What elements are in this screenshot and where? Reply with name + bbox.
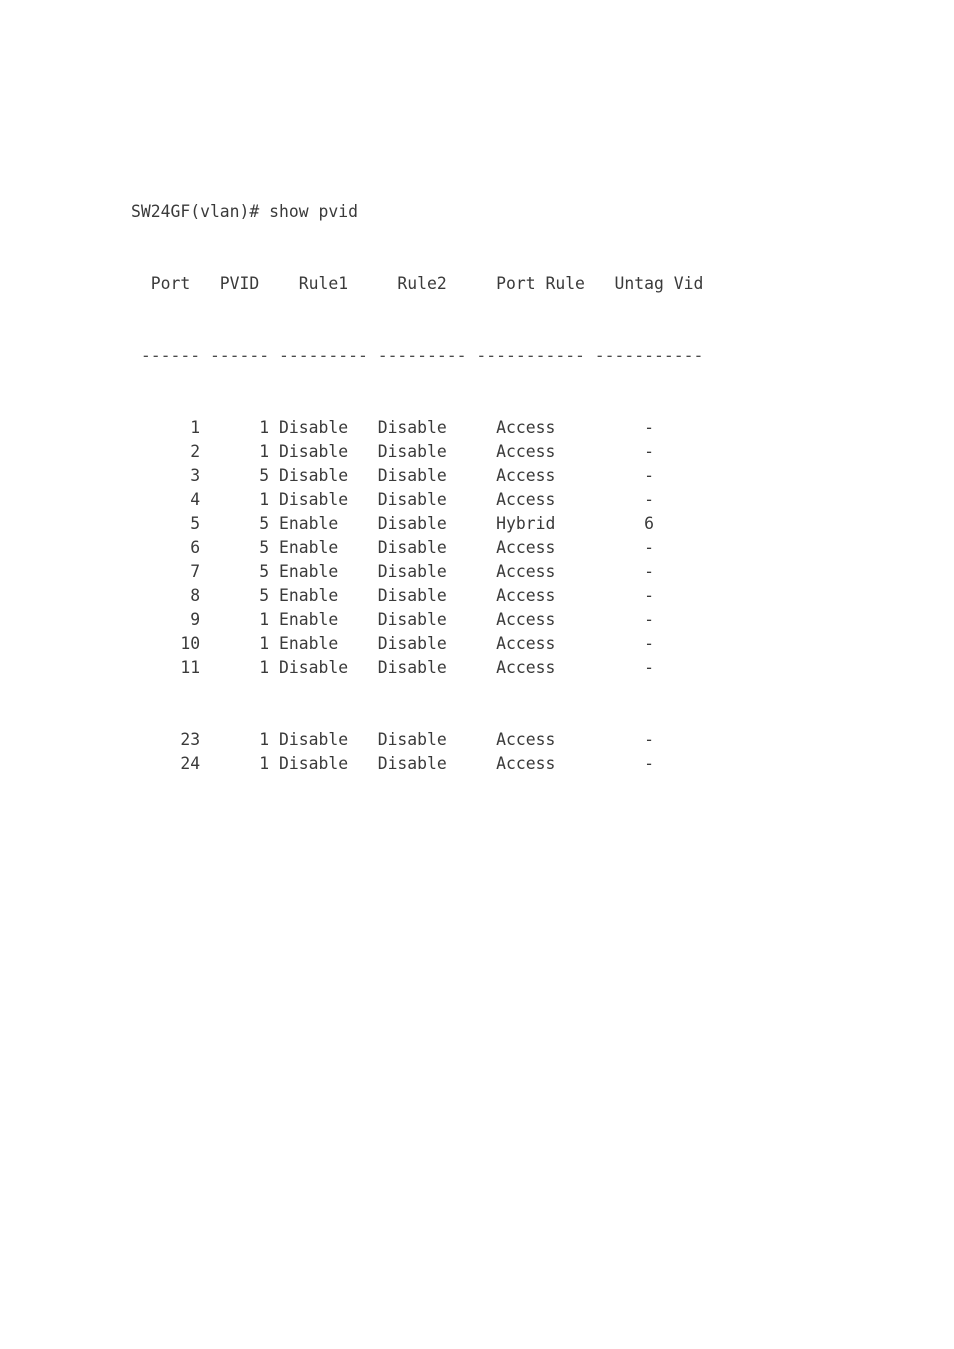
- terminal-output: SW24GF(vlan)# show pvid Port PVID Rule1 …: [131, 152, 703, 800]
- table-row: 2 1 Disable Disable Access -: [131, 442, 704, 461]
- table-row: 11 1 Disable Disable Access -: [131, 658, 704, 677]
- table-row: 8 5 Enable Disable Access -: [131, 586, 704, 605]
- table-blank-row: [131, 680, 703, 704]
- command-prompt-line: SW24GF(vlan)# show pvid: [131, 202, 358, 221]
- table-row: 1 1 Disable Disable Access -: [131, 418, 704, 437]
- table-row: 5 5 Enable Disable Hybrid 6: [131, 514, 704, 533]
- table-separator-row: ------ ------ --------- --------- ------…: [131, 346, 704, 365]
- table-row: 23 1 Disable Disable Access -: [131, 730, 704, 749]
- table-body: 1 1 Disable Disable Access - 2 1 Disable…: [131, 416, 703, 776]
- table-row: 10 1 Enable Disable Access -: [131, 634, 704, 653]
- table-row: 24 1 Disable Disable Access -: [131, 754, 704, 773]
- table-blank-row: [131, 704, 703, 728]
- table-row: 7 5 Enable Disable Access -: [131, 562, 704, 581]
- table-row: 9 1 Enable Disable Access -: [131, 610, 704, 629]
- table-row: 3 5 Disable Disable Access -: [131, 466, 704, 485]
- table-row: 4 1 Disable Disable Access -: [131, 490, 704, 509]
- table-header-row: Port PVID Rule1 Rule2 Port Rule Untag Vi…: [131, 274, 704, 293]
- table-row: 6 5 Enable Disable Access -: [131, 538, 704, 557]
